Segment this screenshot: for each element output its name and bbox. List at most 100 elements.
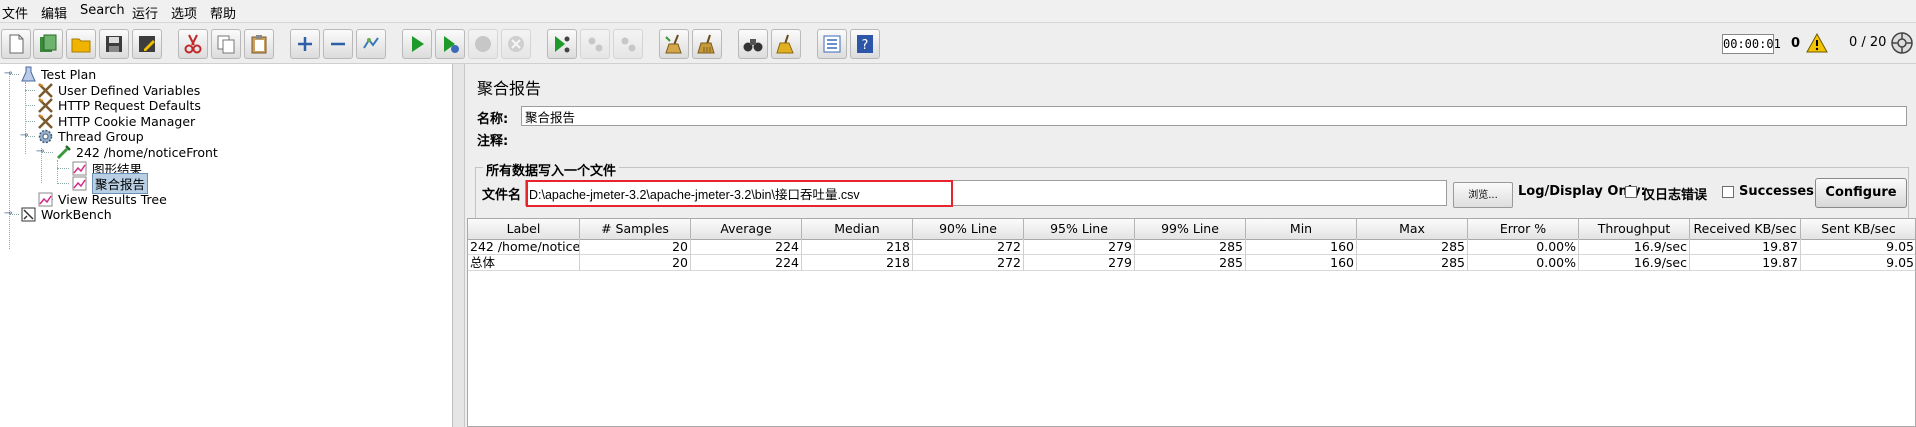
col-median[interactable]: Median [802, 219, 913, 239]
expand-toggle-workbench[interactable]: ⊸ [4, 209, 14, 219]
minus-icon [331, 42, 345, 46]
write-to-file-title: 所有数据写入一个文件 [483, 160, 620, 179]
configure-button[interactable]: Configure [1815, 178, 1907, 208]
cell-99-line: 285 [1135, 255, 1246, 271]
filename-label: 文件名 [482, 188, 522, 203]
start-button[interactable] [402, 29, 432, 59]
menu-help[interactable]: 帮助 [210, 3, 236, 22]
col-received[interactable]: Received KB/sec [1690, 219, 1801, 239]
remote-stop-button[interactable] [580, 29, 610, 59]
remote-shutdown-button[interactable] [613, 29, 643, 59]
stop-button[interactable] [468, 29, 498, 59]
help-button[interactable]: ? [850, 29, 880, 59]
tree-node-workbench[interactable]: WorkBench [20, 205, 112, 223]
cell-throughput: 16.9/sec [1579, 255, 1690, 271]
warning-icon[interactable] [1806, 33, 1828, 53]
table-row[interactable]: 242 /home/notice... 20 224 218 272 279 2… [468, 239, 1915, 255]
cell-received: 19.87 [1690, 239, 1801, 255]
successes-label: Successes [1739, 184, 1814, 199]
name-field[interactable] [521, 106, 1907, 126]
save-button[interactable] [99, 29, 129, 59]
menu-search[interactable]: Search [80, 3, 125, 18]
copy-button[interactable] [211, 29, 241, 59]
col-max[interactable]: Max [1357, 219, 1468, 239]
col-error[interactable]: Error % [1468, 219, 1579, 239]
collapse-toggle-sampler[interactable]: ⊸ [36, 147, 46, 157]
collapse-toggle-test-plan[interactable]: ⊸ [4, 69, 14, 79]
comment-label: 注释: [477, 134, 509, 149]
browse-button[interactable]: 浏览... [1453, 182, 1513, 208]
paste-button[interactable] [244, 29, 274, 59]
save-as-icon [139, 36, 155, 52]
remote-stop-icon [588, 37, 603, 52]
pane-splitter[interactable] [453, 64, 465, 427]
save-as-button[interactable] [132, 29, 162, 59]
cell-error: 0.00% [1468, 255, 1579, 271]
filename-field[interactable] [525, 180, 1447, 206]
active-threads: 0 / 20 [1849, 35, 1887, 50]
remote-start-button[interactable] [547, 29, 577, 59]
col-samples[interactable]: # Samples [580, 219, 691, 239]
col-min[interactable]: Min [1246, 219, 1357, 239]
collapse-toggle-thread-group[interactable]: ⊸ [20, 131, 30, 141]
reset-search-button[interactable] [771, 29, 801, 59]
toolbar: ? 00:00:01 0 0 / 20 [0, 23, 1916, 64]
clear-button[interactable] [659, 29, 689, 59]
cell-90-line: 272 [913, 255, 1024, 271]
templates-button[interactable] [33, 29, 63, 59]
col-95-line[interactable]: 95% Line [1024, 219, 1135, 239]
pipette-icon [55, 144, 72, 161]
test-plan-tree: ⊸ ⊸ ⊸ ⊸ Test Plan User Defined Variables… [0, 64, 453, 427]
col-throughput[interactable]: Throughput [1579, 219, 1690, 239]
tree-node-label: 242 /home/noticeFront [76, 144, 218, 160]
cell-90-line: 272 [913, 239, 1024, 255]
menu-edit[interactable]: 编辑 [41, 3, 67, 22]
open-button[interactable] [66, 29, 96, 59]
cell-sent: 9.05 [1801, 255, 1915, 271]
play-icon [412, 36, 424, 52]
paste-icon [251, 35, 267, 54]
scissors-icon [184, 34, 202, 54]
toggle-button[interactable] [356, 29, 386, 59]
cell-min: 160 [1246, 239, 1357, 255]
remote-status-icon [1891, 32, 1913, 54]
workbench-icon [20, 206, 37, 223]
binoculars-icon [743, 39, 763, 52]
clear-all-button[interactable] [692, 29, 722, 59]
errors-only-label: 仅日志错误 [1642, 188, 1708, 203]
col-99-line[interactable]: 99% Line [1135, 219, 1246, 239]
menu-run[interactable]: 运行 [132, 3, 158, 22]
menu-options[interactable]: 选项 [171, 3, 197, 22]
play-no-timers-icon [444, 36, 459, 53]
help-icon: ? [857, 35, 873, 53]
col-90-line[interactable]: 90% Line [913, 219, 1024, 239]
panel-title: 聚合报告 [477, 79, 542, 98]
collapse-all-button[interactable] [323, 29, 353, 59]
col-sent[interactable]: Sent KB/sec [1801, 219, 1915, 239]
cell-min: 160 [1246, 255, 1357, 271]
errors-only-checkbox[interactable] [1625, 186, 1637, 198]
menu-bar: 文件 编辑 Search 运行 选项 帮助 [0, 0, 1916, 23]
start-no-pauses-button[interactable] [435, 29, 465, 59]
search-button[interactable] [738, 29, 768, 59]
warning-count: 0 [1791, 36, 1801, 51]
cut-button[interactable] [178, 29, 208, 59]
successes-checkbox[interactable] [1722, 186, 1734, 198]
broom-icon [665, 34, 682, 54]
function-helper-button[interactable] [817, 29, 847, 59]
cell-max: 285 [1357, 239, 1468, 255]
menu-file[interactable]: 文件 [2, 3, 28, 22]
table-header: Label # Samples Average Median 90% Line … [468, 219, 1915, 240]
templates-icon [40, 34, 57, 52]
cell-95-line: 279 [1024, 255, 1135, 271]
col-average[interactable]: Average [691, 219, 802, 239]
cell-max: 285 [1357, 255, 1468, 271]
new-button[interactable] [1, 29, 31, 59]
comment-field[interactable] [521, 128, 1907, 148]
expand-all-button[interactable] [290, 29, 320, 59]
table-row[interactable]: 总体 20 224 218 272 279 285 160 285 0.00% … [468, 255, 1915, 271]
cell-throughput: 16.9/sec [1579, 239, 1690, 255]
shutdown-button[interactable] [501, 29, 531, 59]
col-label[interactable]: Label [468, 219, 580, 239]
remote-start-icon [555, 36, 570, 53]
